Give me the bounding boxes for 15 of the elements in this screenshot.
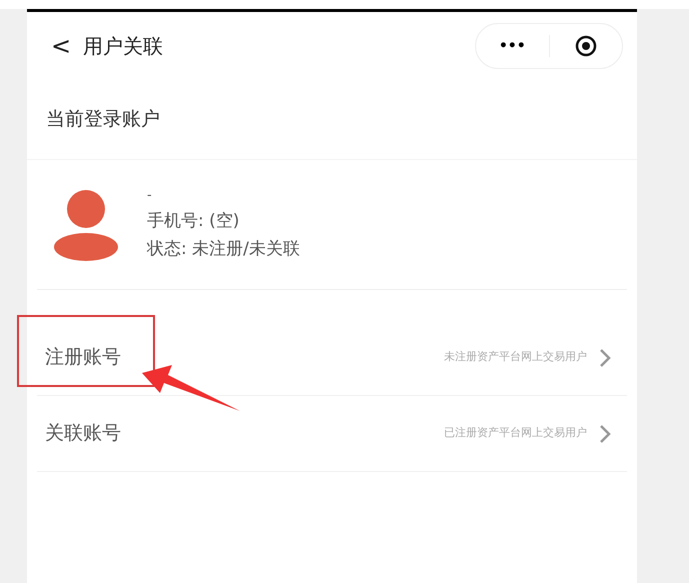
avatar-icon xyxy=(53,188,119,260)
phone-text: 手机号: (空) xyxy=(147,210,240,233)
action-hint: 已注册资产平台网上交易用户 xyxy=(444,425,587,442)
account-name: - xyxy=(147,187,153,206)
action-label: 注册账号 xyxy=(45,345,121,370)
section-title: 当前登录账户 xyxy=(46,107,160,132)
page-title: 用户关联 xyxy=(83,33,163,60)
back-button[interactable]: < xyxy=(47,28,75,64)
action-label: 关联账号 xyxy=(45,421,121,446)
chevron-right-icon xyxy=(599,424,611,444)
chevron-right-icon xyxy=(599,348,611,368)
status-text: 状态: 未注册/未关联 xyxy=(147,238,300,262)
action-hint: 未注册资产平台网上交易用户 xyxy=(444,349,587,366)
target-icon xyxy=(574,35,597,57)
more-button[interactable]: ••• xyxy=(476,36,548,56)
